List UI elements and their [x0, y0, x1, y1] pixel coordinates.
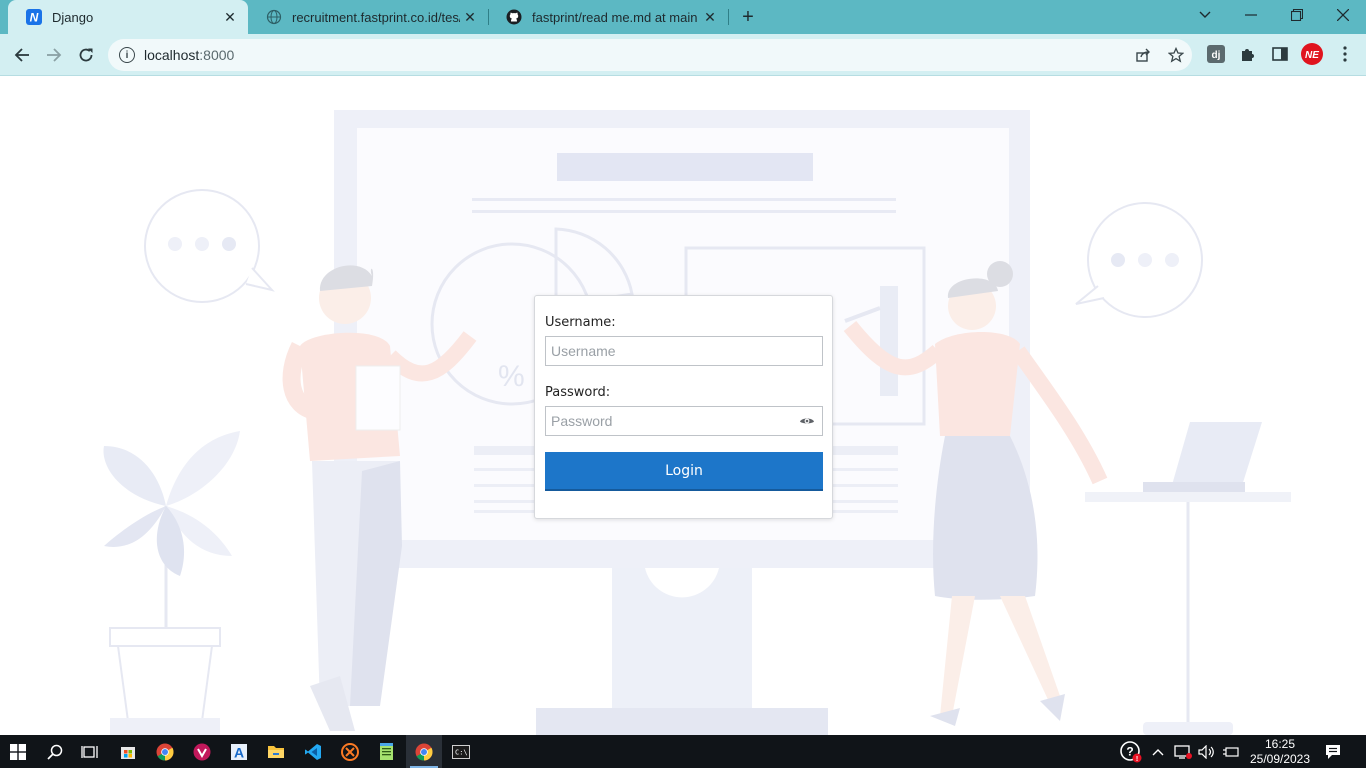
- search-icon[interactable]: [37, 735, 73, 768]
- clock-time: 16:25: [1264, 737, 1296, 751]
- username-input[interactable]: [545, 336, 823, 366]
- task-view-icon[interactable]: [72, 735, 108, 768]
- chrome-active-icon[interactable]: [406, 735, 442, 768]
- close-window-button[interactable]: [1320, 0, 1366, 30]
- tab-title: recruitment.fastprint.co.id/tes/te: [292, 9, 460, 25]
- tab-title: fastprint/read me.md at main · s: [532, 9, 700, 25]
- show-hidden-icons-chevron-icon[interactable]: [1148, 735, 1168, 768]
- django-n-icon: N: [26, 9, 42, 25]
- tab-title: Django: [52, 9, 94, 25]
- github-icon: [506, 9, 522, 25]
- tab-separator: [728, 9, 729, 25]
- svg-text:%: %: [498, 360, 525, 393]
- svg-text:N: N: [30, 11, 39, 25]
- back-button[interactable]: [8, 41, 36, 69]
- profile-avatar[interactable]: NE: [1301, 43, 1323, 65]
- windows-taskbar: A C:\ ?! 16:25 25/09/2023: [0, 735, 1366, 768]
- chrome-icon[interactable]: [147, 735, 183, 768]
- url-host: localhost: [144, 47, 200, 63]
- speech-bubble-right: [1075, 202, 1203, 318]
- volume-icon[interactable]: [1196, 735, 1218, 768]
- tab-search-icon[interactable]: [1182, 0, 1228, 30]
- xampp-icon[interactable]: [332, 735, 368, 768]
- restore-button[interactable]: [1274, 0, 1320, 30]
- font-app-icon[interactable]: A: [221, 735, 257, 768]
- side-panel-icon[interactable]: [1269, 43, 1291, 65]
- help-icon[interactable]: ?!: [1118, 735, 1144, 768]
- close-tab-icon[interactable]: ✕: [220, 7, 240, 27]
- close-tab-icon[interactable]: ✕: [460, 7, 480, 27]
- forward-button[interactable]: [40, 41, 68, 69]
- browser-tab-strip: N Django ✕ recruitment.fastprint.co.id/t…: [0, 0, 1366, 34]
- site-info-icon[interactable]: i: [119, 47, 135, 63]
- plant-illustration: [103, 431, 240, 735]
- battery-power-icon[interactable]: [1220, 735, 1242, 768]
- svg-text:?: ?: [1126, 744, 1133, 758]
- svg-text:A: A: [234, 744, 244, 760]
- share-icon[interactable]: [1129, 41, 1157, 69]
- vscode-icon[interactable]: [295, 735, 331, 768]
- show-password-eye-icon[interactable]: [799, 413, 815, 429]
- close-tab-icon[interactable]: ✕: [700, 7, 720, 27]
- svg-text:C:\: C:\: [455, 748, 468, 756]
- terminal-icon[interactable]: C:\: [443, 735, 479, 768]
- speech-bubble-left: [144, 189, 275, 303]
- password-input[interactable]: [545, 406, 823, 436]
- tab-recruitment[interactable]: recruitment.fastprint.co.id/tes/te ✕: [248, 0, 488, 34]
- url-text: localhost:8000: [144, 47, 234, 63]
- login-card: Username: Password: Login: [534, 295, 833, 519]
- username-label: Username:: [545, 315, 616, 330]
- page-content: % Username: Username Password: Login: [0, 76, 1366, 735]
- extensions-puzzle-icon[interactable]: [1237, 43, 1259, 65]
- network-icon[interactable]: [1172, 735, 1194, 768]
- notepad-icon[interactable]: [369, 735, 405, 768]
- reload-button[interactable]: [72, 41, 100, 69]
- new-tab-button[interactable]: +: [736, 5, 760, 29]
- address-bar[interactable]: i localhost:8000: [108, 39, 1192, 71]
- tab-django[interactable]: N Django ✕: [8, 0, 248, 34]
- vivaldi-browser-icon[interactable]: [184, 735, 220, 768]
- url-port: :8000: [199, 47, 235, 63]
- svg-text:NE: NE: [1305, 50, 1319, 61]
- django-debug-extension-icon[interactable]: dj: [1205, 43, 1227, 65]
- bookmark-star-icon[interactable]: [1162, 41, 1190, 69]
- svg-text:!: !: [1136, 756, 1138, 763]
- password-label: Password:: [545, 385, 611, 400]
- tab-github[interactable]: fastprint/read me.md at main · s ✕: [488, 0, 728, 34]
- browser-toolbar: i localhost:8000 dj NE: [0, 34, 1366, 76]
- globe-icon: [266, 9, 282, 25]
- notifications-icon[interactable]: [1320, 735, 1346, 768]
- desk-illustration: [1085, 422, 1291, 735]
- microsoft-store-icon[interactable]: [110, 735, 146, 768]
- file-explorer-icon[interactable]: [258, 735, 294, 768]
- windows-start-icon[interactable]: [0, 735, 36, 768]
- browser-menu-icon[interactable]: [1334, 43, 1356, 65]
- login-button[interactable]: Login: [545, 452, 823, 491]
- minimize-button[interactable]: [1228, 0, 1274, 30]
- taskbar-clock[interactable]: 16:25 25/09/2023: [1240, 737, 1320, 767]
- svg-text:dj: dj: [1212, 50, 1221, 61]
- clock-date: 25/09/2023: [1249, 752, 1311, 766]
